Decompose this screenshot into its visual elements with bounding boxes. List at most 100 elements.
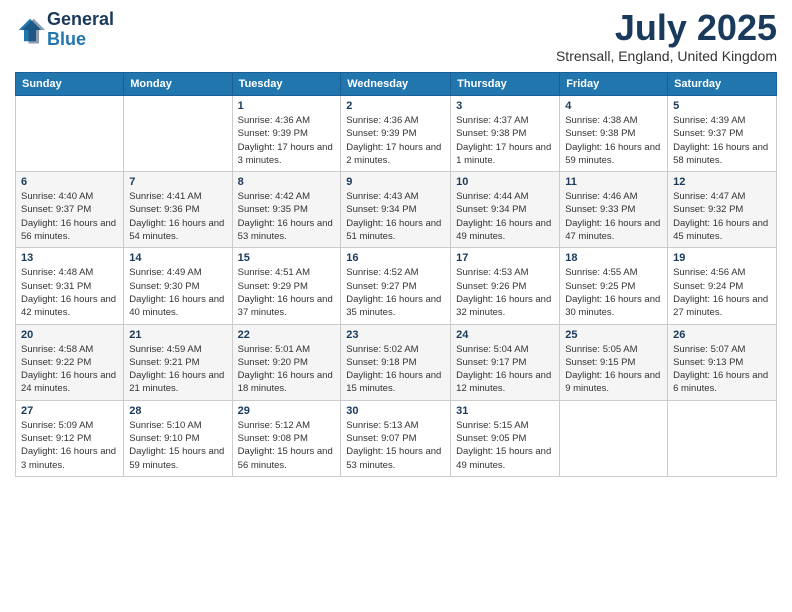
calendar-cell xyxy=(560,400,668,476)
day-info: Sunrise: 4:43 AM Sunset: 9:34 PM Dayligh… xyxy=(346,190,445,243)
calendar-cell: 15Sunrise: 4:51 AM Sunset: 9:29 PM Dayli… xyxy=(232,248,341,324)
day-number: 21 xyxy=(129,329,226,341)
day-header-thursday: Thursday xyxy=(451,73,560,96)
day-number: 13 xyxy=(21,252,118,264)
day-number: 6 xyxy=(21,176,118,188)
week-row-5: 27 Sunrise: 5:09 AM Sunset: 9:12 PM Dayli… xyxy=(16,400,777,476)
calendar-cell: 23Sunrise: 5:02 AM Sunset: 9:18 PM Dayli… xyxy=(341,324,451,400)
day-number: 27 xyxy=(21,405,118,417)
calendar-cell: 31 Sunrise: 5:15 AM Sunset: 9:05 PM Dayli… xyxy=(451,400,560,476)
day-info: Sunrise: 4:52 AM Sunset: 9:27 PM Dayligh… xyxy=(346,266,445,319)
calendar-cell: 11Sunrise: 4:46 AM Sunset: 9:33 PM Dayli… xyxy=(560,172,668,248)
day-info: Sunrise: 4:42 AM Sunset: 9:35 PM Dayligh… xyxy=(238,190,336,243)
day-info: Sunrise: 5:12 AM Sunset: 9:08 PM Dayligh… xyxy=(238,419,336,472)
week-row-2: 6Sunrise: 4:40 AM Sunset: 9:37 PM Daylig… xyxy=(16,172,777,248)
day-number: 12 xyxy=(673,176,771,188)
calendar-cell: 18Sunrise: 4:55 AM Sunset: 9:25 PM Dayli… xyxy=(560,248,668,324)
day-info: Sunrise: 4:48 AM Sunset: 9:31 PM Dayligh… xyxy=(21,266,118,319)
day-info: Sunrise: 4:53 AM Sunset: 9:26 PM Dayligh… xyxy=(456,266,554,319)
day-number: 3 xyxy=(456,100,554,112)
day-number: 29 xyxy=(238,405,336,417)
calendar-cell: 26 Sunrise: 5:07 AM Sunset: 9:13 PM Dayli… xyxy=(668,324,777,400)
calendar-cell: 17 Sunrise: 4:53 AM Sunset: 9:26 PM Dayli… xyxy=(451,248,560,324)
calendar-cell: 22 Sunrise: 5:01 AM Sunset: 9:20 PM Dayli… xyxy=(232,324,341,400)
calendar-cell: 12 Sunrise: 4:47 AM Sunset: 9:32 PM Dayli… xyxy=(668,172,777,248)
day-info: Sunrise: 5:15 AM Sunset: 9:05 PM Dayligh… xyxy=(456,419,554,472)
day-info: Sunrise: 5:13 AM Sunset: 9:07 PM Dayligh… xyxy=(346,419,445,472)
calendar-cell: 5Sunrise: 4:39 AM Sunset: 9:37 PM Daylig… xyxy=(668,96,777,172)
day-info: Sunrise: 4:59 AM Sunset: 9:21 PM Dayligh… xyxy=(129,343,226,396)
calendar-cell: 14 Sunrise: 4:49 AM Sunset: 9:30 PM Dayli… xyxy=(124,248,232,324)
calendar-cell: 19 Sunrise: 4:56 AM Sunset: 9:24 PM Dayli… xyxy=(668,248,777,324)
day-number: 25 xyxy=(565,329,662,341)
day-info: Sunrise: 5:07 AM Sunset: 9:13 PM Dayligh… xyxy=(673,343,771,396)
day-info: Sunrise: 5:09 AM Sunset: 9:12 PM Dayligh… xyxy=(21,419,118,472)
calendar-cell: 25 Sunrise: 5:05 AM Sunset: 9:15 PM Dayli… xyxy=(560,324,668,400)
header: General Blue July 2025 Strensall, Englan… xyxy=(15,10,777,64)
day-header-wednesday: Wednesday xyxy=(341,73,451,96)
day-info: Sunrise: 4:51 AM Sunset: 9:29 PM Dayligh… xyxy=(238,266,336,319)
day-number: 5 xyxy=(673,100,771,112)
day-info: Sunrise: 4:56 AM Sunset: 9:24 PM Dayligh… xyxy=(673,266,771,319)
page: General Blue July 2025 Strensall, Englan… xyxy=(0,0,792,612)
day-info: Sunrise: 5:01 AM Sunset: 9:20 PM Dayligh… xyxy=(238,343,336,396)
day-info: Sunrise: 4:41 AM Sunset: 9:36 PM Dayligh… xyxy=(129,190,226,243)
calendar-header-row: SundayMondayTuesdayWednesdayThursdayFrid… xyxy=(16,73,777,96)
day-number: 1 xyxy=(238,100,336,112)
day-number: 8 xyxy=(238,176,336,188)
calendar-cell: 20 Sunrise: 4:58 AM Sunset: 9:22 PM Dayli… xyxy=(16,324,124,400)
calendar-cell: 30 Sunrise: 5:13 AM Sunset: 9:07 PM Dayli… xyxy=(341,400,451,476)
day-number: 20 xyxy=(21,329,118,341)
day-number: 22 xyxy=(238,329,336,341)
day-info: Sunrise: 4:38 AM Sunset: 9:38 PM Dayligh… xyxy=(565,114,662,167)
day-number: 2 xyxy=(346,100,445,112)
calendar-cell: 16Sunrise: 4:52 AM Sunset: 9:27 PM Dayli… xyxy=(341,248,451,324)
calendar-cell: 24 Sunrise: 5:04 AM Sunset: 9:17 PM Dayli… xyxy=(451,324,560,400)
calendar-cell: 21 Sunrise: 4:59 AM Sunset: 9:21 PM Dayli… xyxy=(124,324,232,400)
day-number: 7 xyxy=(129,176,226,188)
title-block: July 2025 Strensall, England, United Kin… xyxy=(556,10,777,64)
calendar-cell xyxy=(16,96,124,172)
day-info: Sunrise: 5:04 AM Sunset: 9:17 PM Dayligh… xyxy=(456,343,554,396)
day-info: Sunrise: 4:55 AM Sunset: 9:25 PM Dayligh… xyxy=(565,266,662,319)
day-number: 9 xyxy=(346,176,445,188)
logo-text: General Blue xyxy=(47,10,114,50)
calendar-cell: 1Sunrise: 4:36 AM Sunset: 9:39 PM Daylig… xyxy=(232,96,341,172)
day-info: Sunrise: 5:10 AM Sunset: 9:10 PM Dayligh… xyxy=(129,419,226,472)
day-info: Sunrise: 5:05 AM Sunset: 9:15 PM Dayligh… xyxy=(565,343,662,396)
day-header-friday: Friday xyxy=(560,73,668,96)
day-number: 17 xyxy=(456,252,554,264)
day-info: Sunrise: 4:36 AM Sunset: 9:39 PM Dayligh… xyxy=(346,114,445,167)
day-info: Sunrise: 4:47 AM Sunset: 9:32 PM Dayligh… xyxy=(673,190,771,243)
day-info: Sunrise: 4:49 AM Sunset: 9:30 PM Dayligh… xyxy=(129,266,226,319)
logo-icon xyxy=(15,15,45,45)
calendar-cell: 10Sunrise: 4:44 AM Sunset: 9:34 PM Dayli… xyxy=(451,172,560,248)
day-info: Sunrise: 4:58 AM Sunset: 9:22 PM Dayligh… xyxy=(21,343,118,396)
calendar-cell xyxy=(668,400,777,476)
day-number: 30 xyxy=(346,405,445,417)
calendar: SundayMondayTuesdayWednesdayThursdayFrid… xyxy=(15,72,777,477)
day-header-tuesday: Tuesday xyxy=(232,73,341,96)
day-number: 19 xyxy=(673,252,771,264)
day-header-monday: Monday xyxy=(124,73,232,96)
day-number: 10 xyxy=(456,176,554,188)
day-number: 31 xyxy=(456,405,554,417)
day-number: 14 xyxy=(129,252,226,264)
logo: General Blue xyxy=(15,10,114,50)
day-number: 24 xyxy=(456,329,554,341)
calendar-cell: 7 Sunrise: 4:41 AM Sunset: 9:36 PM Daylig… xyxy=(124,172,232,248)
calendar-cell: 28Sunrise: 5:10 AM Sunset: 9:10 PM Dayli… xyxy=(124,400,232,476)
day-number: 11 xyxy=(565,176,662,188)
calendar-cell xyxy=(124,96,232,172)
location: Strensall, England, United Kingdom xyxy=(556,48,777,64)
calendar-cell: 6Sunrise: 4:40 AM Sunset: 9:37 PM Daylig… xyxy=(16,172,124,248)
day-number: 23 xyxy=(346,329,445,341)
day-header-saturday: Saturday xyxy=(668,73,777,96)
week-row-4: 20 Sunrise: 4:58 AM Sunset: 9:22 PM Dayli… xyxy=(16,324,777,400)
calendar-cell: 2 Sunrise: 4:36 AM Sunset: 9:39 PM Daylig… xyxy=(341,96,451,172)
week-row-3: 13 Sunrise: 4:48 AM Sunset: 9:31 PM Dayli… xyxy=(16,248,777,324)
calendar-cell: 27 Sunrise: 5:09 AM Sunset: 9:12 PM Dayli… xyxy=(16,400,124,476)
calendar-cell: 3Sunrise: 4:37 AM Sunset: 9:38 PM Daylig… xyxy=(451,96,560,172)
month-title: July 2025 xyxy=(556,10,777,46)
day-number: 26 xyxy=(673,329,771,341)
